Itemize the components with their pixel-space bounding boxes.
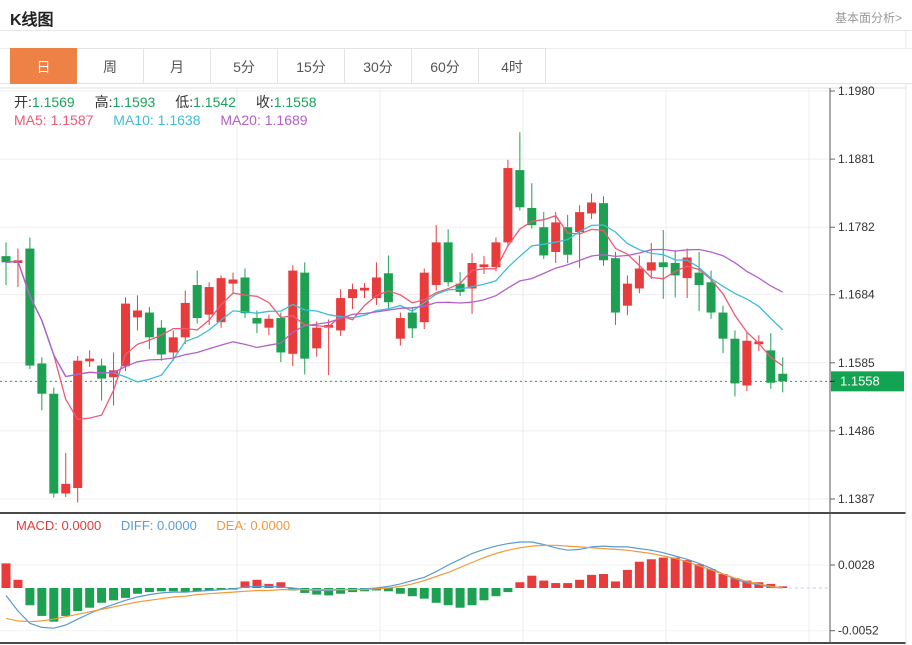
svg-text:1.1684: 1.1684 [838,288,875,302]
svg-text:1.1782: 1.1782 [838,220,875,234]
svg-text:0.0028: 0.0028 [838,558,875,572]
tab-week[interactable]: 周 [77,48,144,84]
period-tab-bar: 日 周 月 5分 15分 30分 60分 4时 [0,48,912,84]
svg-text:1.1387: 1.1387 [838,492,875,506]
fundamental-analysis-link[interactable]: 基本面分析> [835,9,902,26]
kline-chart-svg[interactable]: 1.1980 1.1881 1.1782 1.1684 1.1585 1.1486 1.13… [0,0,912,645]
tab-4hour[interactable]: 4时 [479,48,546,84]
tab-30min[interactable]: 30分 [345,48,412,84]
svg-text:1.1980: 1.1980 [838,84,875,98]
svg-text:1.1486: 1.1486 [838,424,875,438]
tab-5min[interactable]: 5分 [211,48,278,84]
tab-60min[interactable]: 60分 [412,48,479,84]
svg-text:1.1881: 1.1881 [838,152,875,166]
tab-day[interactable]: 日 [10,48,77,84]
svg-text:1.1558: 1.1558 [840,373,880,388]
tab-month[interactable]: 月 [144,48,211,84]
tab-15min[interactable]: 15分 [278,48,345,84]
header: K线图 基本面分析> [0,0,912,31]
page-title: K线图 [10,6,54,30]
svg-text:-0.0052: -0.0052 [838,624,879,638]
svg-text:1.1585: 1.1585 [838,356,875,370]
